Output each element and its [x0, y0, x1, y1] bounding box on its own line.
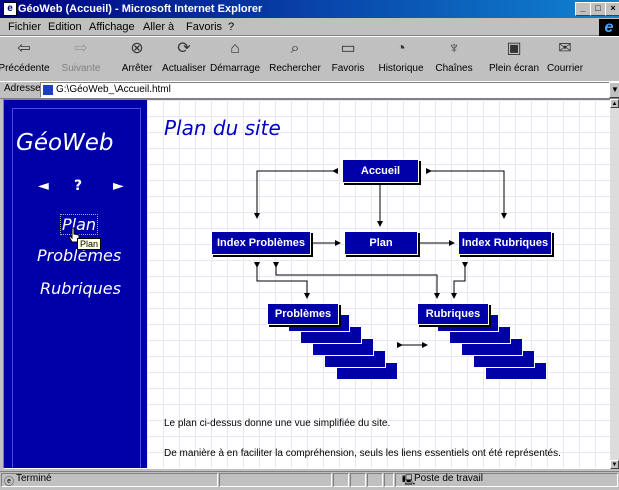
address-dropdown-button[interactable]: ▼	[609, 82, 619, 98]
vertical-scrollbar[interactable]: ▲ ▼	[610, 99, 619, 469]
favorites-button[interactable]: ▭ Favoris	[318, 39, 378, 74]
next-arrow-icon[interactable]: ►	[113, 178, 124, 194]
sidebar: GéoWeb ◄ ? ► Plan Problèmes Rubriques Pl…	[4, 100, 147, 468]
sidebar-link-rubriques[interactable]: Rubriques	[40, 279, 121, 298]
favorites-icon: ▭	[340, 40, 356, 57]
address-label: Adresse	[4, 83, 41, 94]
previous-arrow-icon[interactable]: ◄	[38, 178, 49, 194]
title-bar[interactable]: e GéoWeb (Accueil) - Microsoft Internet …	[0, 0, 619, 18]
status-zone: Poste de travail	[414, 473, 483, 484]
page-content: GéoWeb ◄ ? ► Plan Problèmes Rubriques Pl…	[3, 99, 611, 469]
search-button[interactable]: ⌕ Rechercher	[265, 39, 325, 74]
node-index-rubriques[interactable]: Index Rubriques	[458, 231, 552, 255]
address-value: G:\GéoWeb_\Accueil.html	[56, 84, 171, 95]
back-button[interactable]: ⇦ Précédente	[0, 39, 54, 74]
node-accueil[interactable]: Accueil	[342, 159, 419, 183]
status-text: Terminé	[16, 473, 52, 484]
page-icon	[43, 85, 53, 95]
search-icon: ⌕	[290, 40, 300, 57]
page-title: Plan du site	[164, 116, 281, 140]
ie-logo-icon: e	[599, 19, 619, 36]
node-index-problemes[interactable]: Index Problèmes	[211, 231, 311, 255]
address-bar: Adresse G:\GéoWeb_\Accueil.html ▼	[0, 81, 619, 99]
status-bar: ⓔ Terminé 🖳 Poste de travail	[0, 471, 619, 488]
menu-fichier[interactable]: Fichier	[8, 21, 41, 33]
minimize-button[interactable]: _	[575, 2, 591, 16]
menu-aller-a[interactable]: Aller à	[143, 21, 174, 33]
address-input[interactable]: G:\GéoWeb_\Accueil.html	[40, 82, 610, 98]
menu-affichage[interactable]: Affichage	[89, 21, 135, 33]
body-paragraph: De manière à en faciliter la compréhensi…	[164, 448, 561, 459]
node-problemes[interactable]: Problèmes	[267, 303, 339, 325]
status-ie-icon: ⓔ	[4, 477, 14, 488]
help-icon[interactable]: ?	[74, 178, 82, 194]
mail-button[interactable]: ✉ Courrier	[535, 39, 595, 74]
close-button[interactable]: ×	[605, 2, 619, 16]
channels-button[interactable]: ♆ Chaînes	[424, 39, 484, 74]
node-plan[interactable]: Plan	[344, 231, 418, 255]
menu-help[interactable]: ?	[228, 21, 234, 33]
tooltip: Plan	[77, 238, 102, 250]
menu-edition[interactable]: Edition	[48, 21, 82, 33]
history-button[interactable]: ◔ Historique	[371, 39, 431, 74]
channels-icon: ♆	[448, 40, 460, 57]
site-map-connectors	[254, 168, 507, 348]
home-icon: ⌂	[230, 40, 240, 57]
main-panel: Plan du site Accueil Index Problèmes Pla…	[147, 100, 610, 468]
scroll-up-arrow-icon[interactable]: ▲	[610, 99, 619, 108]
site-logo[interactable]: GéoWeb	[16, 130, 114, 156]
mail-icon: ✉	[558, 40, 572, 57]
forward-button[interactable]: ⇨ Suivante	[51, 39, 111, 74]
menu-bar: Fichier Edition Affichage Aller à Favori…	[0, 18, 619, 36]
forward-arrow-icon: ⇨	[74, 40, 88, 57]
node-rubriques[interactable]: Rubriques	[417, 303, 489, 325]
body-paragraph: Le plan ci-dessus donne une vue simplifi…	[164, 418, 391, 429]
scroll-down-arrow-icon[interactable]: ▼	[610, 460, 619, 469]
window-title: GéoWeb (Accueil) - Microsoft Internet Ex…	[18, 3, 263, 15]
maximize-button[interactable]: □	[590, 2, 606, 16]
menu-favoris[interactable]: Favoris	[186, 21, 222, 33]
home-button[interactable]: ⌂ Démarrage	[205, 39, 265, 74]
ie-page-icon: e	[3, 2, 17, 16]
back-arrow-icon: ⇦	[17, 40, 31, 57]
toolbar: ⇦ Précédente ⇨ Suivante ⊗ Arrêter ⟳ Actu…	[0, 36, 619, 82]
history-icon: ◔	[396, 40, 406, 57]
